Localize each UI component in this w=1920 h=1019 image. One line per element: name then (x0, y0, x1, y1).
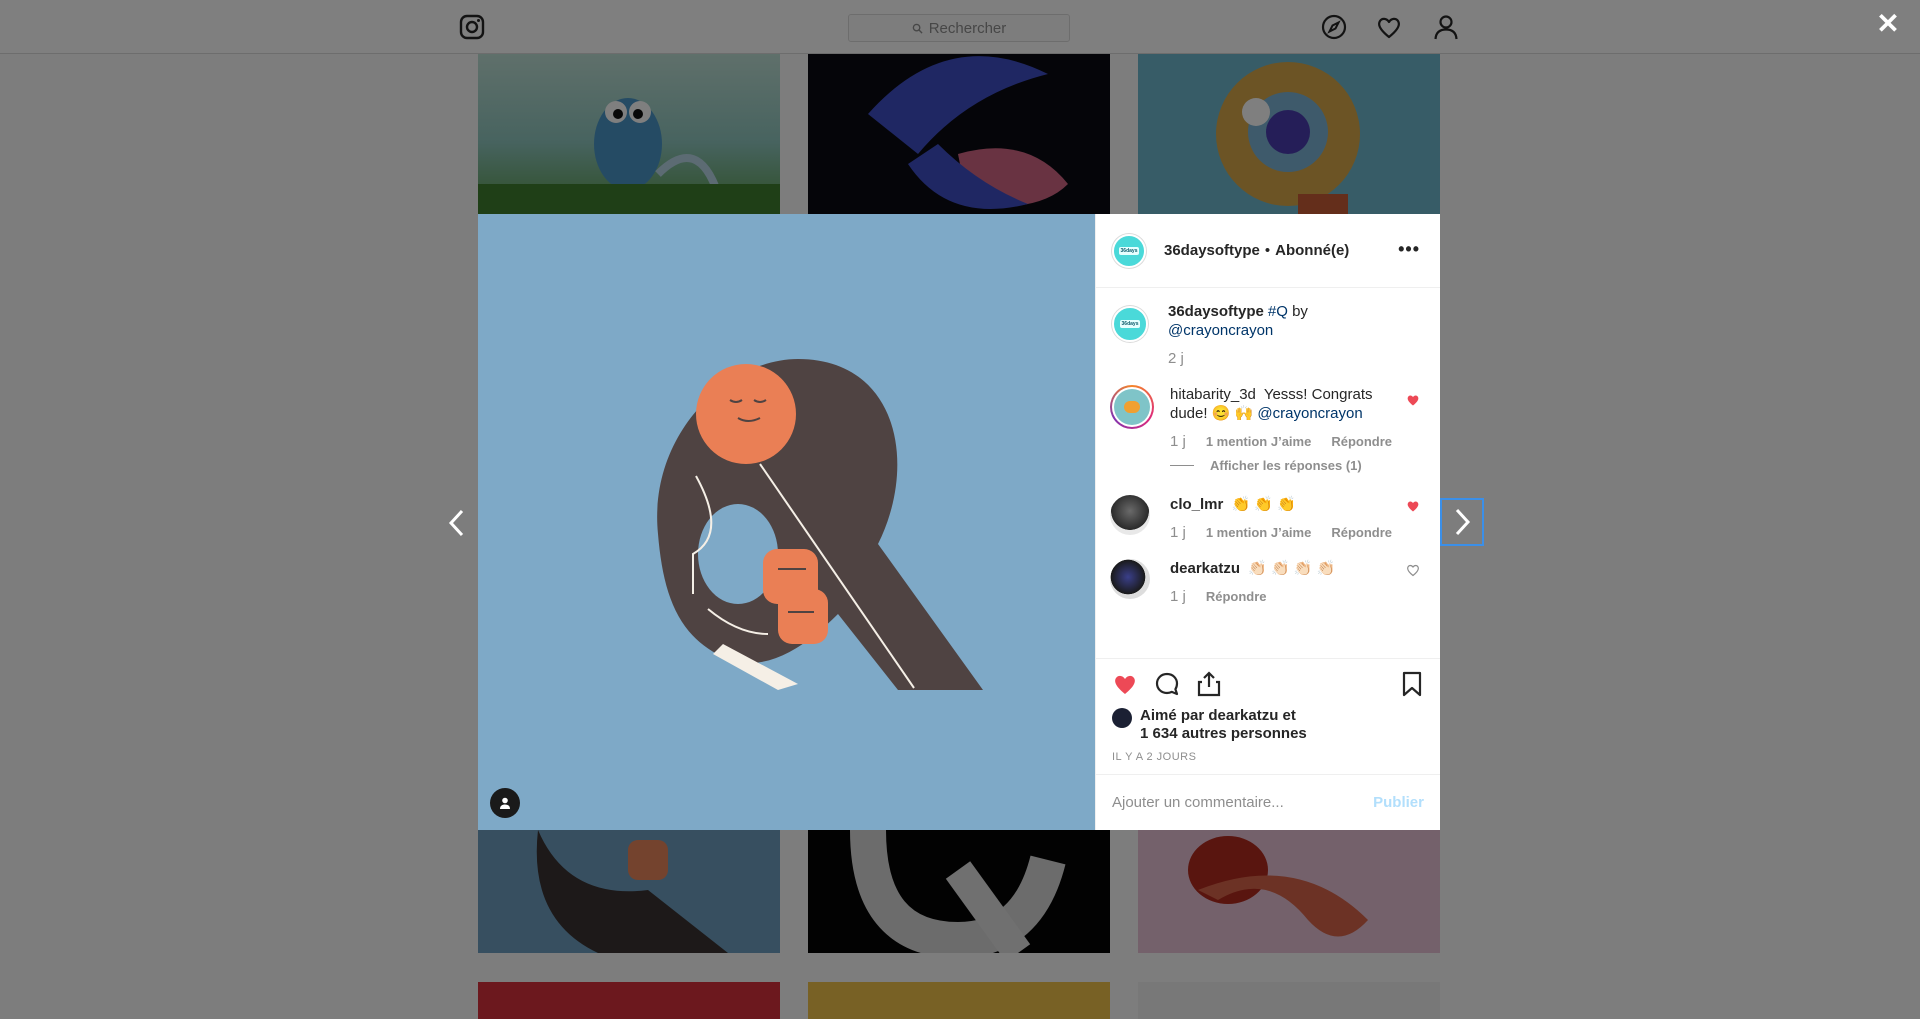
heart-icon[interactable] (1112, 671, 1138, 697)
comment-input[interactable] (1112, 794, 1374, 811)
caption-text: 36daysoftype #Q by @crayoncrayon (1168, 302, 1398, 340)
comment-mention[interactable]: @crayoncrayon (1257, 405, 1362, 422)
comment-avatar[interactable] (1110, 385, 1154, 429)
liked-by[interactable]: Aimé par dearkatzu et 1 634 autres perso… (1112, 707, 1424, 743)
comment-likes-count[interactable]: 1 mention J’aime (1206, 525, 1311, 540)
comment-message: 👏🏻 👏🏻 👏🏻 👏🏻 (1248, 560, 1336, 577)
reply-button[interactable]: Répondre (1331, 525, 1392, 540)
chevron-right-icon (1455, 508, 1471, 536)
post-image[interactable] (478, 214, 1095, 830)
liked-by-text[interactable]: Aimé par dearkatzu et (1140, 707, 1307, 725)
caption-avatar[interactable]: 36days (1112, 306, 1148, 342)
avatar-badge-text: 36days (1119, 320, 1141, 328)
comments-list[interactable]: 36days 36daysoftype #Q by @crayoncrayon 2… (1096, 288, 1440, 658)
bookmark-icon[interactable] (1400, 671, 1424, 697)
user-tag-icon[interactable] (490, 788, 520, 818)
reply-button[interactable]: Répondre (1331, 434, 1392, 449)
share-icon[interactable] (1196, 671, 1222, 697)
heart-icon[interactable] (1406, 393, 1420, 407)
next-post-button[interactable] (1440, 498, 1484, 546)
view-replies-button[interactable]: Afficher les réponses (1) (1170, 458, 1424, 473)
comment-item: dearkatzu 👏🏻 👏🏻 👏🏻 👏🏻 1 j Répondre (1110, 559, 1424, 605)
comment-username[interactable]: clo_lmr (1170, 496, 1223, 513)
comment-username[interactable]: hitabarity_3d (1170, 386, 1256, 403)
post-caption: 36days 36daysoftype #Q by @crayoncrayon 2… (1110, 302, 1424, 367)
heart-icon[interactable] (1406, 563, 1420, 577)
caption-time: 2 j (1168, 350, 1184, 367)
post-illustration (657, 359, 983, 690)
action-row (1112, 671, 1424, 697)
comment-message: 👏 👏 👏 (1231, 496, 1296, 513)
post-header: 36days 36daysoftype • Abonné(e) ••• (1096, 214, 1440, 288)
comment-likes-count[interactable]: 1 mention J’aime (1206, 434, 1311, 449)
caption-hashtag[interactable]: #Q (1268, 303, 1288, 320)
more-icon[interactable]: ••• (1398, 239, 1420, 260)
heart-icon[interactable] (1406, 499, 1420, 513)
post-modal: 36days 36daysoftype • Abonné(e) ••• 36da… (478, 214, 1440, 830)
header-separator: • (1264, 242, 1271, 259)
replies-divider (1170, 465, 1194, 466)
comment-form: Publier (1096, 774, 1440, 830)
comment-text: dearkatzu 👏🏻 👏🏻 👏🏻 👏🏻 (1170, 559, 1398, 578)
comment-item: hitabarity_3d Yesss! Congrats dude! 😊 🙌 … (1110, 385, 1424, 450)
author-avatar[interactable]: 36days (1112, 233, 1146, 268)
likes-count[interactable]: 1 634 autres personnes (1140, 725, 1307, 743)
comment-time: 1 j (1170, 433, 1186, 450)
comment-icon[interactable] (1154, 671, 1180, 697)
comment-username[interactable]: dearkatzu (1170, 560, 1240, 577)
post-timestamp: IL Y A 2 JOURS (1112, 751, 1197, 763)
comment-time: 1 j (1170, 588, 1186, 605)
caption-mention[interactable]: @crayoncrayon (1168, 322, 1273, 339)
author-username[interactable]: 36daysoftype (1164, 242, 1260, 259)
comment-item: clo_lmr 👏 👏 👏 1 j 1 mention J’aime Répon… (1110, 495, 1424, 541)
chevron-left-icon[interactable] (444, 506, 470, 540)
caption-by: by (1292, 303, 1308, 320)
publish-button[interactable]: Publier (1373, 794, 1424, 811)
liker-avatar (1112, 708, 1132, 728)
post-actions: Aimé par dearkatzu et 1 634 autres perso… (1096, 658, 1440, 774)
person-icon (500, 797, 510, 809)
reply-button[interactable]: Répondre (1206, 589, 1267, 604)
avatar-badge-text: 36days (1118, 246, 1140, 255)
comment-time: 1 j (1170, 524, 1186, 541)
caption-username[interactable]: 36daysoftype (1168, 303, 1264, 320)
close-icon[interactable]: ✕ (1876, 10, 1900, 38)
comment-avatar[interactable] (1110, 559, 1150, 599)
comment-avatar[interactable] (1110, 495, 1150, 535)
post-sidebar: 36days 36daysoftype • Abonné(e) ••• 36da… (1095, 214, 1440, 830)
comment-text: clo_lmr 👏 👏 👏 (1170, 495, 1398, 514)
follow-status[interactable]: Abonné(e) (1275, 242, 1349, 259)
comment-text: hitabarity_3d Yesss! Congrats dude! 😊 🙌 … (1170, 385, 1398, 423)
view-replies-label: Afficher les réponses (1) (1210, 458, 1362, 473)
